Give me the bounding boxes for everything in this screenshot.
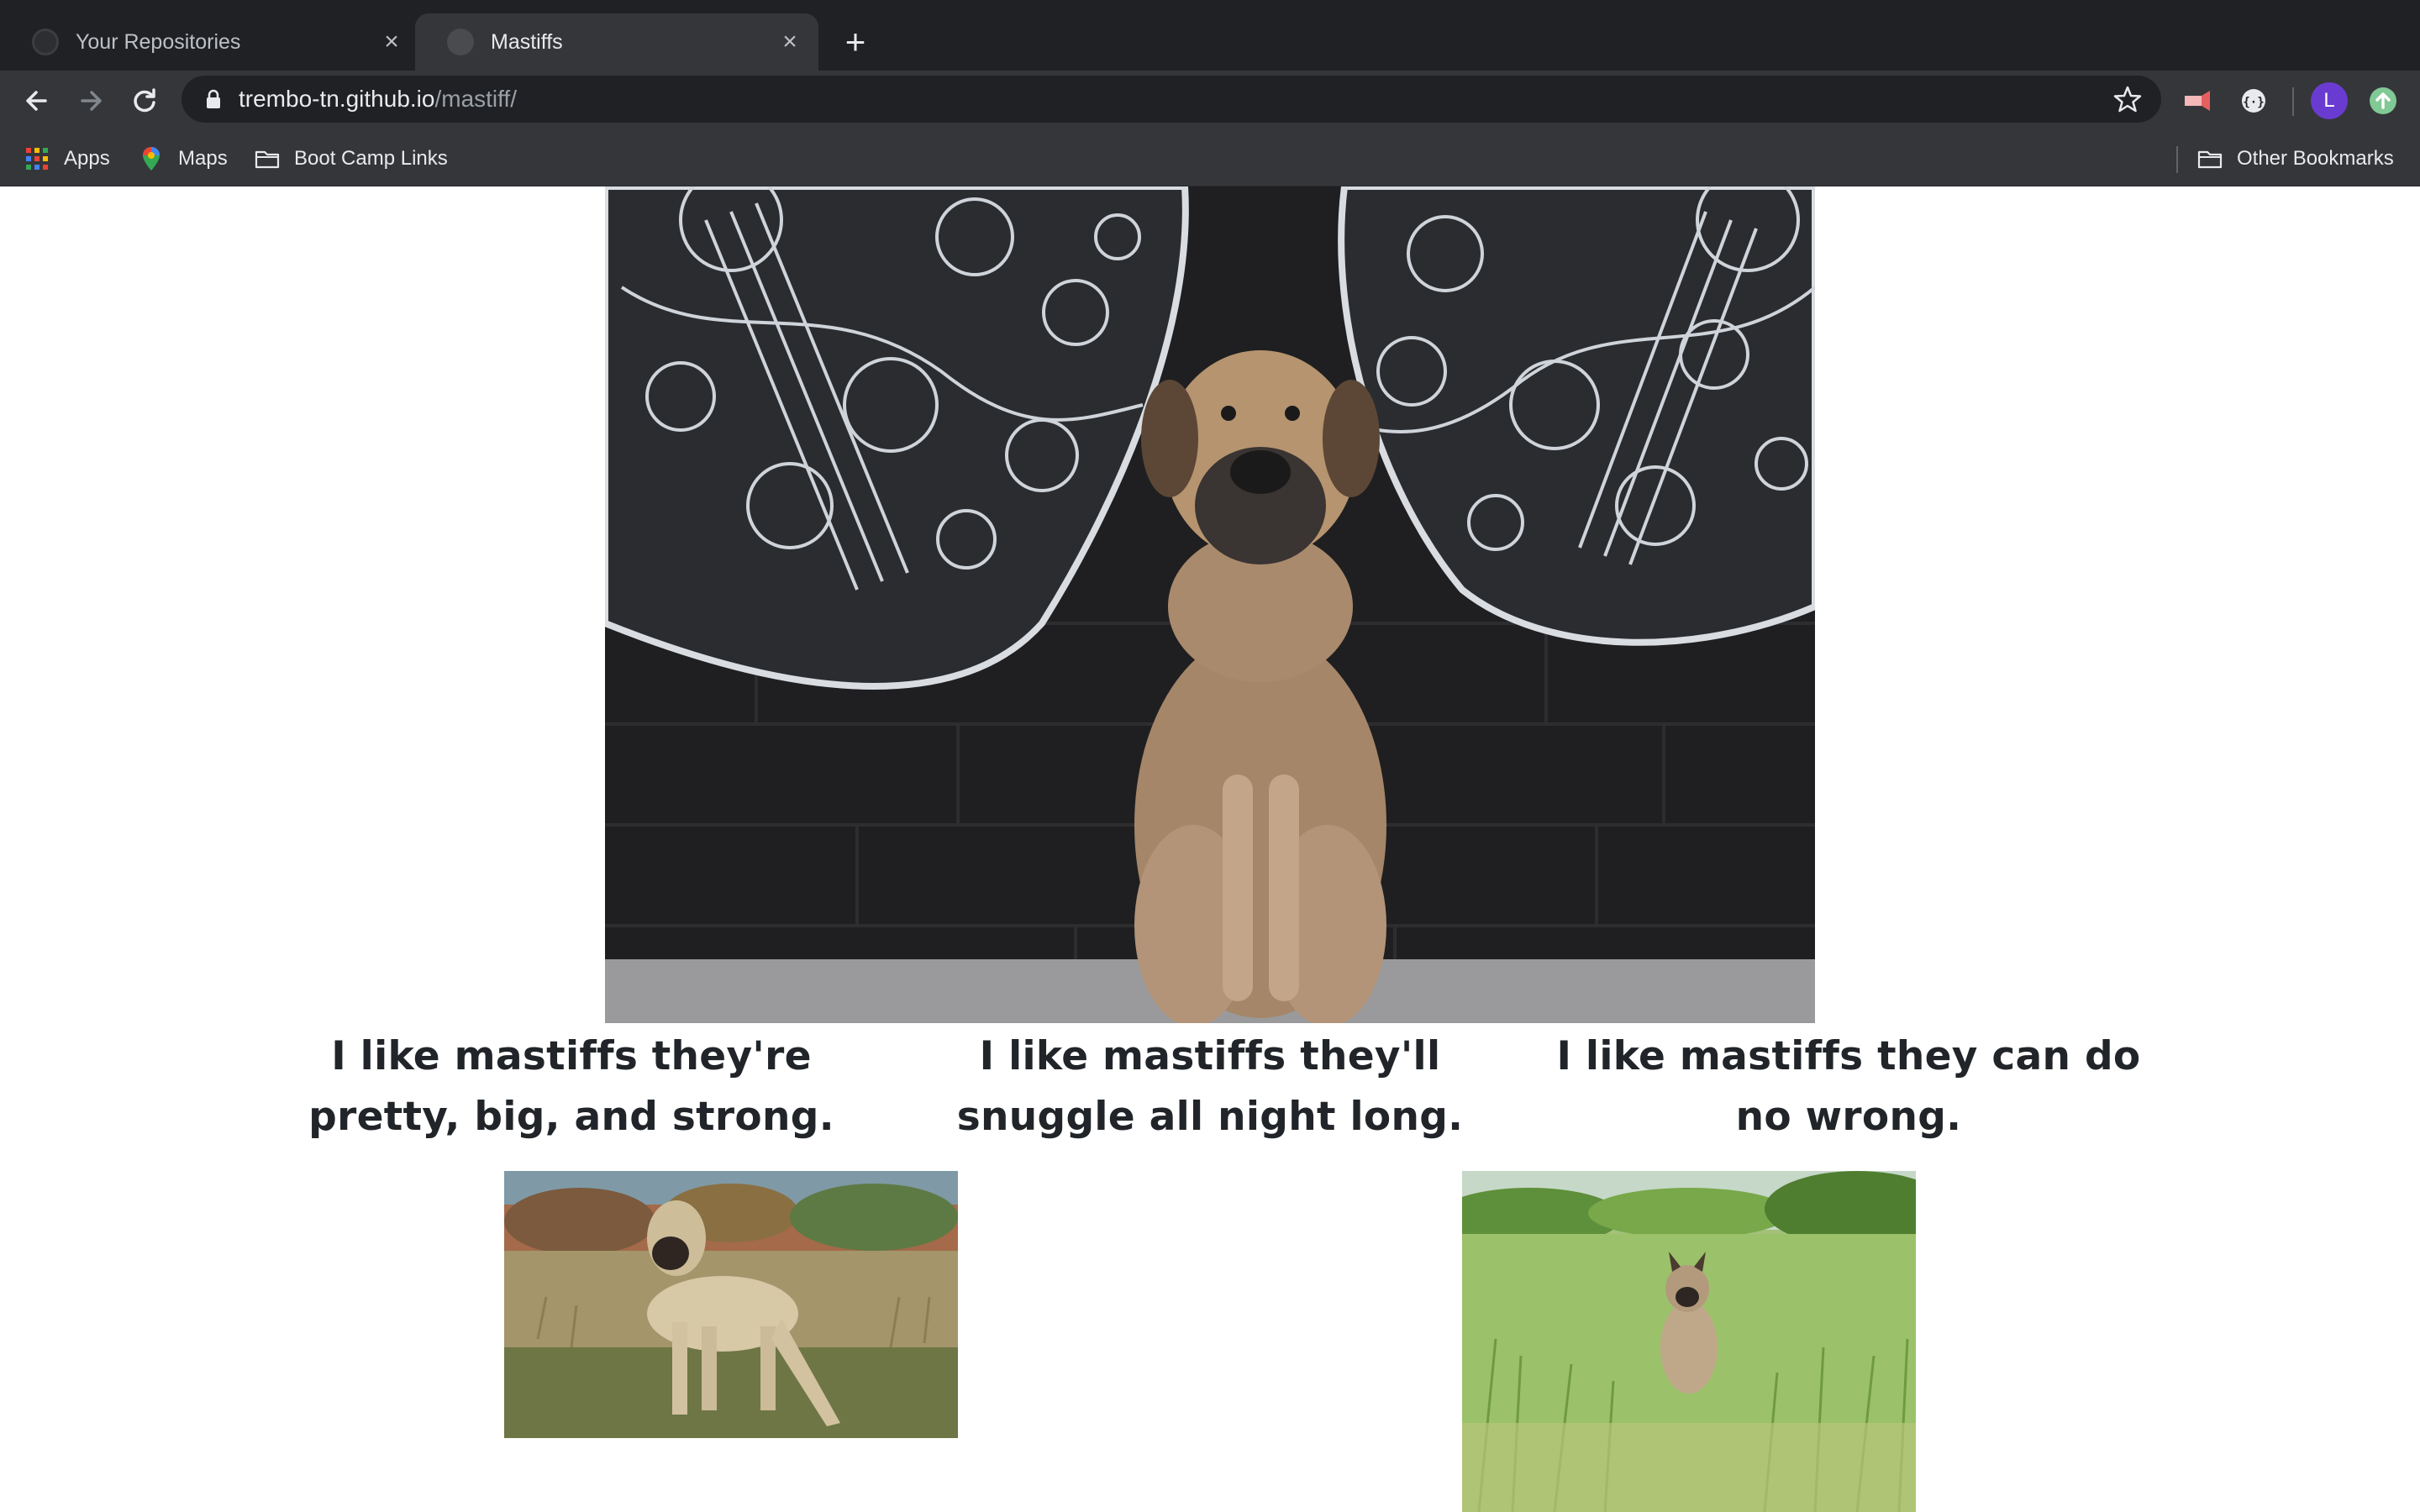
tab-your-repositories[interactable]: Your Repositories × [0, 13, 412, 71]
screencast-icon [2185, 91, 2210, 111]
address-bar[interactable]: trembo-tn.github.io/mastiff/ [182, 76, 2161, 123]
folder-icon [2197, 150, 2223, 169]
globe-icon [447, 29, 474, 55]
extension-update-icon[interactable] [2366, 84, 2400, 118]
bookmarks-bar: Apps Maps Boot Camp Links Other Bookmark… [0, 131, 2420, 186]
devtools-icon: {·} [2242, 89, 2265, 113]
bookmark-star-icon[interactable] [2112, 84, 2143, 114]
arrow-left-icon [26, 91, 47, 111]
reload-icon [134, 88, 155, 113]
url-text[interactable]: trembo-tn.github.io/mastiff/ [239, 86, 517, 113]
tab-title: Mastiffs [491, 30, 563, 54]
bookmark-maps[interactable]: Maps [138, 143, 228, 175]
svg-text:{·}: {·} [2243, 96, 2264, 109]
lock-icon[interactable] [202, 87, 225, 111]
bookmarks-separator [2176, 146, 2178, 173]
close-tab-icon[interactable]: × [378, 29, 405, 55]
forward-button[interactable] [72, 82, 109, 119]
bookmark-label: Boot Camp Links [294, 147, 448, 170]
caption-pretty-big-strong: I like mastiffs they're pretty, big, and… [308, 1033, 834, 1140]
back-button[interactable] [18, 82, 55, 119]
update-arrow-icon [2370, 87, 2396, 114]
profile-avatar[interactable]: L [2311, 82, 2348, 119]
bookmark-label: Apps [64, 147, 110, 170]
url-path: /mastiff/ [434, 86, 517, 112]
extension-screencast-icon[interactable] [2181, 84, 2215, 118]
url-host: trembo-tn.github.io [239, 86, 435, 112]
web-page: I like mastiffs they're pretty, big, and… [0, 186, 2420, 1512]
apps-grid-icon [26, 148, 48, 170]
caption-do-no-wrong: I like mastiffs they can do no wrong. [1556, 1033, 2141, 1140]
bookmark-apps[interactable]: Apps [24, 143, 110, 175]
maps-pin-icon [143, 147, 160, 171]
tab-strip: Your Repositories × Mastiffs × + [0, 0, 2420, 71]
mastiff-standing-field-image [504, 1171, 958, 1438]
caption-snuggle-all-night: I like mastiffs they'll snuggle all nigh… [956, 1033, 1464, 1140]
bookmark-label: Other Bookmarks [2237, 147, 2394, 170]
tab-title: Your Repositories [76, 30, 241, 54]
mastiff-tall-grass-image [1462, 1171, 1916, 1512]
bookmark-other-bookmarks[interactable]: Other Bookmarks [2196, 143, 2394, 175]
bookmark-label: Maps [178, 147, 228, 170]
arrow-right-icon [81, 91, 102, 111]
new-tab-button[interactable]: + [837, 24, 874, 60]
bookmark-boot-camp-links[interactable]: Boot Camp Links [254, 143, 448, 175]
folder-icon [255, 150, 280, 169]
close-tab-icon[interactable]: × [776, 29, 803, 55]
extension-devtools-icon[interactable]: {·} [2237, 84, 2270, 118]
reload-button[interactable] [126, 82, 163, 119]
toolbar-separator [2292, 87, 2294, 116]
browser-toolbar: trembo-tn.github.io/mastiff/ {·} L [0, 71, 2420, 131]
github-icon [32, 29, 59, 55]
hero-mastiff-image [605, 186, 1815, 1023]
tab-mastiffs[interactable]: Mastiffs × [415, 13, 818, 71]
